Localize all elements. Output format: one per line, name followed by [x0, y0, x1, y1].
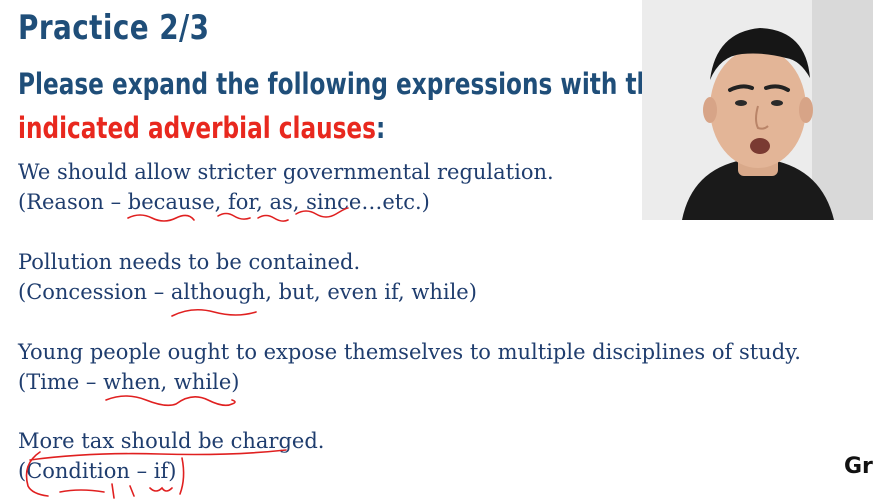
exercise-reason: We should allow stricter governmental re…: [18, 157, 554, 217]
exercise-sentence: We should allow stricter governmental re…: [18, 160, 554, 184]
exercise-concession: Pollution needs to be contained. (Conces…: [18, 247, 477, 307]
exercise-hint: (Time – when, while): [18, 370, 240, 394]
exercise-sentence: Pollution needs to be contained.: [18, 250, 361, 274]
annotation-scribble: [59, 483, 173, 499]
presenter-video-icon: [642, 0, 873, 220]
instruction-suffix: :: [375, 111, 386, 145]
slide-title: Practice 2/3: [18, 8, 210, 48]
exercise-hint: (Concession – although, but, even if, wh…: [18, 280, 477, 304]
presenter-webcam: [642, 0, 873, 220]
instruction-line-1: Please expand the following expressions …: [18, 67, 669, 101]
exercise-time: Young people ought to expose themselves …: [18, 337, 801, 397]
exercise-hint: (Condition – if): [18, 459, 177, 483]
brand-text: Gr: [844, 454, 873, 479]
annotation-underline-when-while: [105, 395, 236, 407]
instruction-text: Please expand the following expressions …: [18, 62, 669, 150]
instruction-line-2: indicated adverbial clauses:: [18, 106, 669, 150]
exercise-sentence: More tax should be charged.: [18, 429, 325, 453]
instruction-highlight: indicated adverbial clauses: [18, 111, 376, 145]
exercise-condition: More tax should be charged. (Condition –…: [18, 426, 324, 486]
exercise-sentence: Young people ought to expose themselves …: [18, 340, 801, 364]
annotation-underline-although: [171, 308, 257, 317]
exercise-hint: (Reason – because, for, as, since…etc.): [18, 190, 430, 214]
